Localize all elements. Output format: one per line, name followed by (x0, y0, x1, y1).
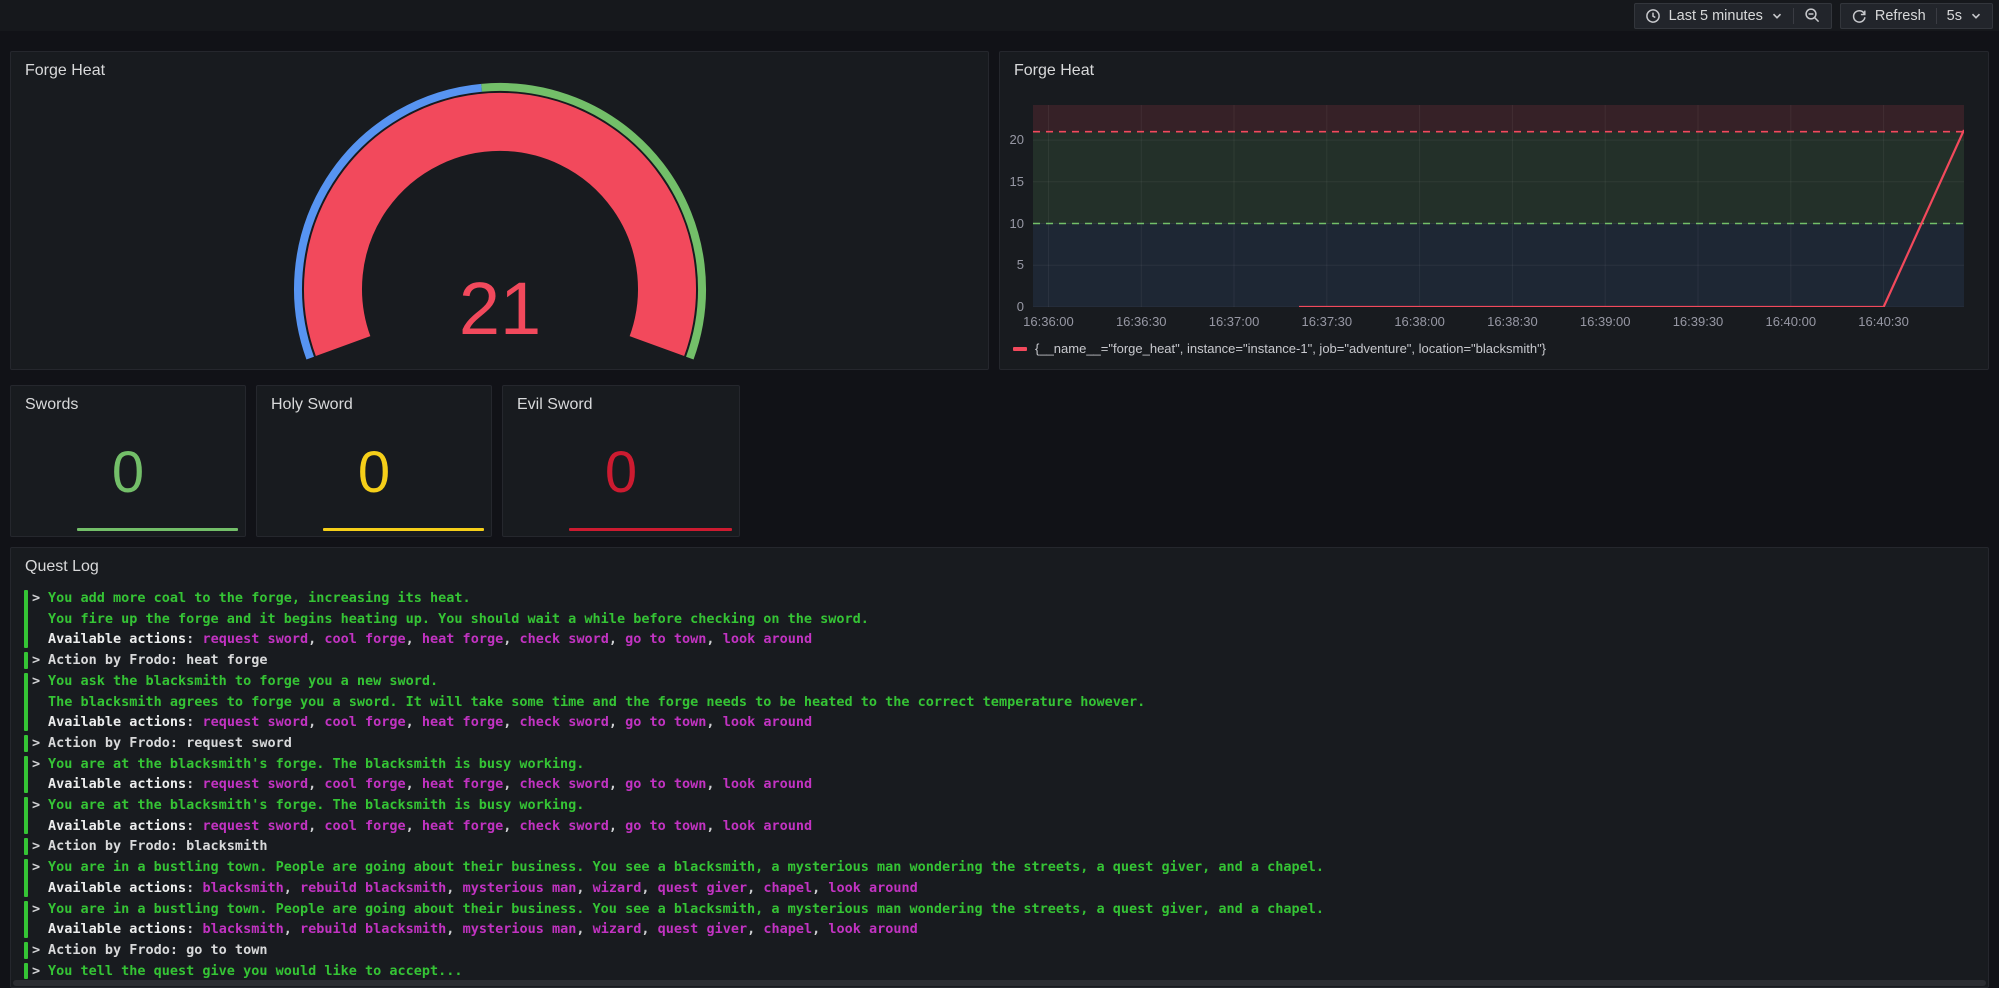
quest-log-line: >Action by Frodo: go to town (48, 940, 1978, 961)
refresh-interval-dropdown[interactable]: 5s (1937, 4, 1992, 28)
x-axis-tick-label: 16:36:00 (1013, 314, 1083, 329)
quest-log-entry: >You ask the blacksmith to forge you a n… (21, 671, 1978, 733)
dashboard-toolbar: Last 5 minutes Refresh (0, 0, 1999, 31)
quest-log-line: Available actions: blacksmith, rebuild b… (48, 878, 1978, 899)
y-axis-tick-label: 20 (1000, 132, 1024, 147)
quest-log-entry: >You are at the blacksmith's forge. The … (21, 795, 1978, 836)
quest-log-line: >You ask the blacksmith to forge you a n… (48, 671, 1978, 692)
panel-title[interactable]: Evil Sword (517, 396, 593, 414)
refresh-controls-group: Refresh 5s (1840, 3, 1993, 29)
y-axis-tick-label: 10 (1000, 216, 1024, 231)
legend-item[interactable]: {__name__="forge_heat", instance="instan… (1013, 341, 1546, 356)
chevron-right-icon: > (32, 899, 40, 920)
svg-text:21: 21 (459, 267, 541, 350)
quest-log-line: >You are at the blacksmith's forge. The … (48, 795, 1978, 816)
quest-log-line: Available actions: request sword, cool f… (48, 816, 1978, 837)
panel-title[interactable]: Quest Log (25, 558, 99, 576)
sparkline (323, 528, 484, 531)
clock-icon (1645, 8, 1661, 24)
x-axis-tick-label: 16:37:00 (1199, 314, 1269, 329)
panel-forge-heat-timeseries: Forge Heat {__name__="forge_heat", insta… (999, 51, 1989, 370)
legend-series-label: {__name__="forge_heat", instance="instan… (1035, 341, 1546, 356)
stat-value: 0 (11, 444, 245, 502)
quest-log-entry: >Action by Frodo: go to town (21, 940, 1978, 961)
x-axis-tick-label: 16:39:30 (1663, 314, 1733, 329)
zoom-out-button[interactable] (1794, 4, 1831, 28)
quest-log-line: The blacksmith agrees to forge you a swo… (48, 692, 1978, 713)
panel-title[interactable]: Swords (25, 396, 78, 414)
quest-log-line: >You are in a bustling town. People are … (48, 899, 1978, 920)
quest-log-entry: >Action by Frodo: heat forge (21, 650, 1978, 671)
quest-log-line: >You add more coal to the forge, increas… (48, 588, 1978, 609)
panel-title[interactable]: Forge Heat (1014, 62, 1094, 80)
y-axis-tick-label: 5 (1000, 257, 1024, 272)
panel-forge-heat-gauge: Forge Heat 21 (10, 51, 989, 370)
forge-heat-chart[interactable] (1033, 105, 1964, 307)
horizontal-scrollbar[interactable] (13, 980, 1986, 986)
refresh-interval-label: 5s (1947, 8, 1962, 24)
chevron-right-icon: > (32, 940, 40, 961)
sparkline (569, 528, 732, 531)
x-axis-tick-label: 16:40:30 (1849, 314, 1919, 329)
quest-log-line: >You tell the quest give you would like … (48, 961, 1978, 979)
x-axis-tick-label: 16:39:00 (1570, 314, 1640, 329)
chevron-right-icon: > (32, 961, 40, 979)
panel-stat-evil-sword: Evil Sword 0 (502, 385, 740, 537)
quest-log-entry: >You are in a bustling town. People are … (21, 857, 1978, 898)
quest-log-line: >Action by Frodo: blacksmith (48, 836, 1978, 857)
quest-log-entry: >You tell the quest give you would like … (21, 961, 1978, 979)
y-axis-tick-label: 15 (1000, 174, 1024, 189)
x-axis-tick-label: 16:38:00 (1385, 314, 1455, 329)
x-axis-tick-label: 16:40:00 (1756, 314, 1826, 329)
x-axis-tick-label: 16:37:30 (1292, 314, 1362, 329)
quest-log-entries: >You add more coal to the forge, increas… (21, 588, 1978, 979)
quest-log-line: >Action by Frodo: heat forge (48, 650, 1978, 671)
panel-stat-holy-sword: Holy Sword 0 (256, 385, 492, 537)
quest-log-entry: >Action by Frodo: request sword (21, 733, 1978, 754)
refresh-label: Refresh (1875, 8, 1926, 24)
quest-log-entry: >You are at the blacksmith's forge. The … (21, 754, 1978, 795)
chevron-right-icon: > (32, 671, 40, 692)
quest-log-entry: >You are in a bustling town. People are … (21, 899, 1978, 940)
chevron-right-icon: > (32, 733, 40, 754)
stat-value: 0 (257, 444, 491, 502)
panel-quest-log: Quest Log >You add more coal to the forg… (10, 547, 1989, 988)
chevron-right-icon: > (32, 836, 40, 857)
panel-stat-swords: Swords 0 (10, 385, 246, 537)
quest-log-line: Available actions: request sword, cool f… (48, 774, 1978, 795)
chevron-down-icon (1970, 10, 1982, 22)
panel-title[interactable]: Holy Sword (271, 396, 353, 414)
stat-value: 0 (503, 444, 739, 502)
legend-series-marker (1013, 347, 1027, 351)
quest-log-line: Available actions: blacksmith, rebuild b… (48, 919, 1978, 940)
chevron-down-icon (1771, 10, 1783, 22)
chevron-right-icon: > (32, 795, 40, 816)
refresh-icon (1851, 8, 1867, 24)
quest-log-line: Available actions: request sword, cool f… (48, 629, 1978, 650)
chevron-right-icon: > (32, 857, 40, 878)
chevron-right-icon: > (32, 588, 40, 609)
quest-log-line: Available actions: request sword, cool f… (48, 712, 1978, 733)
quest-log-line: >Action by Frodo: request sword (48, 733, 1978, 754)
quest-log-entry: >You add more coal to the forge, increas… (21, 588, 1978, 650)
y-axis-tick-label: 0 (1000, 299, 1024, 314)
quest-log-line: >You are at the blacksmith's forge. The … (48, 754, 1978, 775)
refresh-button[interactable]: Refresh (1841, 4, 1936, 28)
chevron-right-icon: > (32, 650, 40, 671)
quest-log-line: You fire up the forge and it begins heat… (48, 609, 1978, 630)
sparkline (77, 528, 238, 531)
quest-log-entry: >Action by Frodo: blacksmith (21, 836, 1978, 857)
quest-log-line: >You are in a bustling town. People are … (48, 857, 1978, 878)
time-controls-group: Last 5 minutes (1634, 3, 1832, 29)
x-axis-tick-label: 16:36:30 (1106, 314, 1176, 329)
zoom-out-icon (1804, 7, 1821, 24)
forge-heat-gauge: 21 (11, 52, 988, 369)
time-range-picker[interactable]: Last 5 minutes (1635, 4, 1793, 28)
x-axis-tick-label: 16:38:30 (1477, 314, 1547, 329)
chevron-right-icon: > (32, 754, 40, 775)
time-range-label: Last 5 minutes (1669, 8, 1763, 24)
